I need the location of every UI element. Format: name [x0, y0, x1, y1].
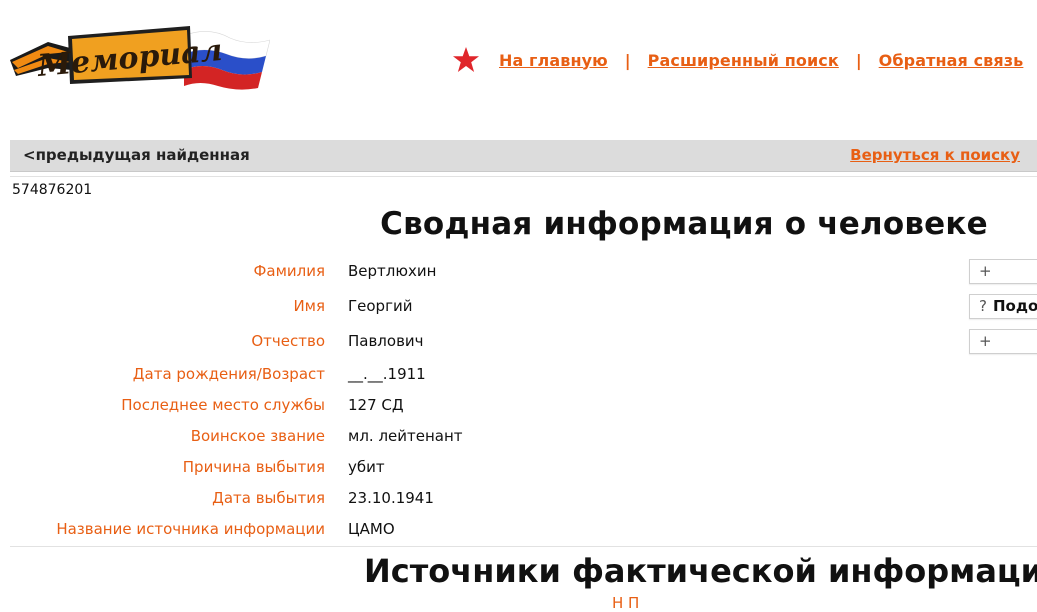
nav-separator: |	[624, 50, 631, 70]
result-navigation-bar: <предыдущая найденная Вернуться к поиску	[10, 140, 1037, 172]
sources-heading: Источники фактической информации	[364, 552, 1037, 590]
field-row-surname: Фамилия Вертлюхин	[0, 256, 700, 287]
divider	[10, 176, 1037, 177]
field-label: Имя	[293, 297, 325, 315]
field-label: Отчество	[251, 332, 325, 350]
field-row-birth-date: Дата рождения/Возраст __.__.1911	[0, 359, 700, 390]
nav-separator: |	[855, 50, 862, 70]
field-value: 23.10.1941	[348, 489, 434, 507]
help-button[interactable]: ? Подо	[969, 294, 1037, 319]
field-value: убит	[348, 458, 385, 476]
field-value: __.__.1911	[348, 365, 426, 383]
add-button[interactable]: +	[969, 329, 1037, 354]
field-value: ЦАМО	[348, 520, 395, 538]
field-row-name: Имя Георгий	[0, 291, 700, 322]
page-title: Сводная информация о человеке	[380, 206, 988, 242]
field-value: Павлович	[348, 332, 424, 350]
field-row-patronymic: Отчество Павлович	[0, 326, 700, 357]
previous-result-link[interactable]: <предыдущая найденная	[23, 146, 250, 164]
nav-link-home[interactable]: На главную	[499, 51, 608, 70]
field-label: Название источника информации	[56, 520, 325, 538]
field-label: Фамилия	[253, 262, 325, 280]
plus-icon: +	[979, 332, 992, 350]
field-label: Причина выбытия	[182, 458, 325, 476]
plus-icon: +	[979, 262, 992, 280]
field-value: Георгий	[348, 297, 413, 315]
sources-table-header-cut: Н П	[612, 594, 640, 612]
field-row-last-service: Последнее место службы 127 СД	[0, 390, 700, 421]
back-to-search-link[interactable]: Вернуться к поиску	[850, 146, 1020, 164]
question-icon: ?	[979, 297, 987, 315]
top-nav: На главную | Расширенный поиск | Обратна…	[452, 40, 1037, 80]
add-button[interactable]: +	[969, 259, 1037, 284]
field-label: Воинское звание	[190, 427, 325, 445]
record-id: 574876201	[12, 182, 93, 198]
nav-link-advanced-search[interactable]: Расширенный поиск	[648, 51, 839, 70]
field-label: Последнее место службы	[121, 396, 325, 414]
field-value: Вертлюхин	[348, 262, 437, 280]
field-row-reason: Причина выбытия убит	[0, 452, 700, 483]
nav-link-feedback[interactable]: Обратная связь	[879, 51, 1024, 70]
field-row-source: Название источника информации ЦАМО	[0, 514, 700, 545]
logo-graphic: Мемориал	[10, 26, 271, 90]
red-star-icon	[453, 47, 479, 72]
field-value: мл. лейтенант	[348, 427, 463, 445]
field-label: Дата рождения/Возраст	[132, 365, 325, 383]
divider	[10, 546, 1037, 547]
field-row-rank: Воинское звание мл. лейтенант	[0, 421, 700, 452]
memorial-logo[interactable]: Мемориал	[8, 12, 271, 94]
field-value: 127 СД	[348, 396, 404, 414]
help-button-label: Подо	[992, 297, 1037, 315]
field-label: Дата выбытия	[212, 489, 325, 507]
field-row-date-out: Дата выбытия 23.10.1941	[0, 483, 700, 514]
